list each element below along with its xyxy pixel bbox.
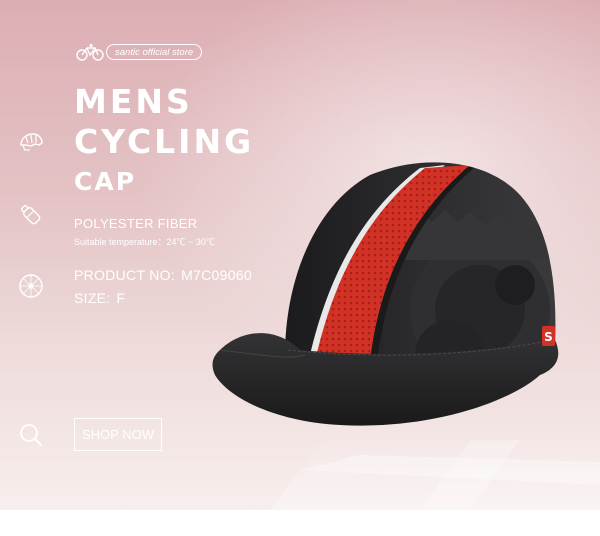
- size-label: SIZE:: [74, 290, 111, 306]
- material-name: POLYESTER FIBER: [74, 216, 198, 231]
- product-size: SIZE: F: [74, 290, 125, 306]
- product-banner: santic official store MENS CYCLING CAP P…: [0, 0, 600, 510]
- cap-logo: S: [544, 330, 553, 344]
- size-value: F: [116, 290, 126, 306]
- product-number-label: PRODUCT NO:: [74, 267, 176, 283]
- shop-now-button[interactable]: SHOP NOW: [74, 418, 162, 451]
- search-icon[interactable]: [18, 422, 44, 448]
- title-line-1: MENS: [74, 82, 193, 121]
- wheel-icon: [19, 274, 43, 298]
- helmet-icon: [20, 133, 43, 151]
- brand-logo[interactable]: santic official store: [76, 43, 203, 61]
- store-label: santic official store: [106, 44, 203, 60]
- bottle-icon: [20, 204, 41, 225]
- bicycle-icon: [76, 43, 104, 61]
- cycling-cap-image: S: [212, 162, 559, 426]
